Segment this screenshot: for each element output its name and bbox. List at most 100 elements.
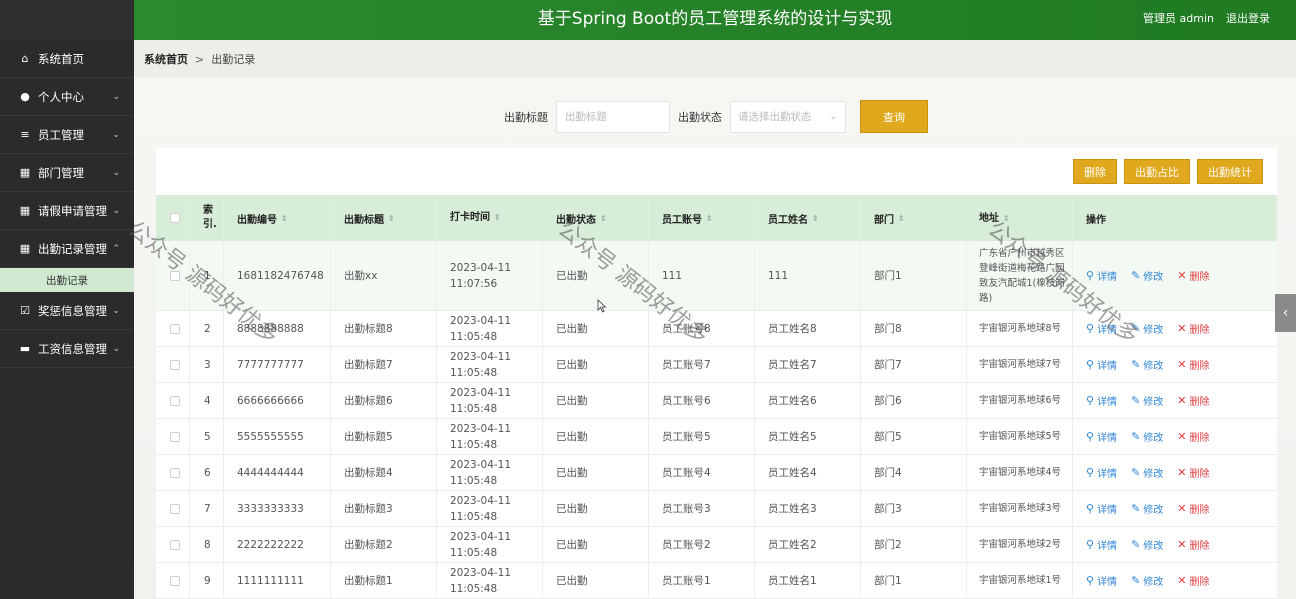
- delete-button[interactable]: ✕ 删除: [1177, 465, 1209, 480]
- edit-button[interactable]: ✎ 修改: [1131, 357, 1163, 372]
- row-checkbox[interactable]: [170, 395, 180, 406]
- sort-icon[interactable]: ⇕: [388, 214, 395, 223]
- detail-label: 详情: [1097, 433, 1118, 444]
- sort-icon[interactable]: ⇕: [706, 214, 713, 223]
- edit-button[interactable]: ✎ 修改: [1131, 501, 1163, 516]
- row-title: 出勤标题7: [331, 347, 437, 382]
- row-index: 5: [190, 419, 224, 454]
- row-checkbox[interactable]: [170, 359, 180, 370]
- sidebar-subitem-attendance[interactable]: 出勤记录: [0, 268, 134, 292]
- sort-icon[interactable]: ⇕: [281, 214, 288, 223]
- edit-button[interactable]: ✎ 修改: [1131, 321, 1163, 336]
- sidebar-item[interactable]: ▦ 出勤记录管理 ⌃: [0, 230, 134, 268]
- attendance-ratio-button[interactable]: 出勤占比: [1124, 159, 1190, 184]
- edit-button[interactable]: ✎ 修改: [1131, 268, 1163, 283]
- collapse-tab[interactable]: ‹: [1275, 294, 1296, 332]
- select-all-checkbox[interactable]: [170, 213, 180, 223]
- row-checkbox[interactable]: [170, 539, 180, 550]
- header-time-label: 打卡时间: [450, 212, 490, 223]
- sort-icon[interactable]: ⇕: [898, 214, 905, 223]
- row-checkbox-cell[interactable]: [156, 563, 190, 598]
- delete-button[interactable]: ✕ 删除: [1177, 321, 1209, 336]
- header-time[interactable]: 打卡时间 ⇕: [437, 195, 543, 241]
- breadcrumb-home[interactable]: 系统首页: [144, 51, 188, 67]
- chevron-down-icon: ⌄: [829, 111, 837, 122]
- sidebar-item[interactable]: ▬ 工资信息管理 ⌄: [0, 330, 134, 368]
- detail-button[interactable]: ⚲ 详情: [1086, 573, 1117, 588]
- logout-link[interactable]: 退出登录: [1226, 10, 1270, 26]
- row-checkbox-cell[interactable]: [156, 241, 190, 310]
- sort-icon[interactable]: ⇕: [600, 214, 607, 223]
- row-status: 已出勤: [543, 527, 649, 562]
- row-checkbox-cell[interactable]: [156, 527, 190, 562]
- header-title[interactable]: 出勤标题 ⇕: [331, 195, 437, 241]
- sidebar-item[interactable]: ▦ 请假申请管理 ⌄: [0, 192, 134, 230]
- detail-button[interactable]: ⚲ 详情: [1086, 501, 1117, 516]
- edit-label: 修改: [1143, 577, 1164, 588]
- edit-button[interactable]: ✎ 修改: [1131, 537, 1163, 552]
- detail-button[interactable]: ⚲ 详情: [1086, 268, 1117, 283]
- header-account[interactable]: 员工账号 ⇕: [649, 195, 755, 241]
- row-checkbox-cell[interactable]: [156, 491, 190, 526]
- delete-button[interactable]: ✕ 删除: [1177, 429, 1209, 444]
- status-select[interactable]: 请选择出勤状态 ⌄: [730, 100, 846, 133]
- detail-button[interactable]: ⚲ 详情: [1086, 357, 1117, 372]
- row-checkbox-cell[interactable]: [156, 419, 190, 454]
- delete-label: 删除: [1189, 433, 1210, 444]
- sidebar-item[interactable]: ⌂ 系统首页: [0, 40, 134, 78]
- row-no: 4444444444: [224, 455, 331, 490]
- delete-button[interactable]: ✕ 删除: [1177, 537, 1209, 552]
- row-checkbox[interactable]: [170, 323, 180, 334]
- delete-button[interactable]: ✕ 删除: [1177, 393, 1209, 408]
- table-row: 4 6666666666 出勤标题6 2023-04-11 11:05:48 已出勤 员工…: [156, 383, 1277, 419]
- row-checkbox-cell[interactable]: [156, 347, 190, 382]
- row-checkbox[interactable]: [170, 270, 180, 281]
- edit-button[interactable]: ✎ 修改: [1131, 465, 1163, 480]
- header-name[interactable]: 员工姓名 ⇕: [755, 195, 861, 241]
- breadcrumb: 系统首页 > 出勤记录: [134, 40, 1296, 78]
- detail-button[interactable]: ⚲ 详情: [1086, 465, 1117, 480]
- sidebar-item[interactable]: ▦ 部门管理 ⌄: [0, 154, 134, 192]
- row-checkbox-cell[interactable]: [156, 383, 190, 418]
- row-checkbox[interactable]: [170, 467, 180, 478]
- row-checkbox-cell[interactable]: [156, 311, 190, 346]
- edit-button[interactable]: ✎ 修改: [1131, 393, 1163, 408]
- edit-button[interactable]: ✎ 修改: [1131, 429, 1163, 444]
- header-status[interactable]: 出勤状态 ⇕: [543, 195, 649, 241]
- sidebar-item[interactable]: ● 个人中心 ⌄: [0, 78, 134, 116]
- detail-label: 详情: [1097, 272, 1118, 283]
- row-name: 员工姓名4: [755, 455, 861, 490]
- sidebar-item[interactable]: ≡ 员工管理 ⌄: [0, 116, 134, 154]
- batch-delete-button[interactable]: 删除: [1073, 159, 1117, 184]
- current-user: 管理员 admin: [1143, 12, 1214, 25]
- header-no[interactable]: 出勤编号 ⇕: [224, 195, 331, 241]
- detail-button[interactable]: ⚲ 详情: [1086, 537, 1117, 552]
- select-all-checkbox-cell[interactable]: [156, 195, 190, 241]
- detail-button[interactable]: ⚲ 详情: [1086, 393, 1117, 408]
- query-button[interactable]: 查询: [860, 100, 928, 133]
- edit-button[interactable]: ✎ 修改: [1131, 573, 1163, 588]
- header-index: 索引.: [190, 195, 224, 241]
- header-dept[interactable]: 部门 ⇕: [861, 195, 967, 241]
- delete-button[interactable]: ✕ 删除: [1177, 501, 1209, 516]
- detail-button[interactable]: ⚲ 详情: [1086, 321, 1117, 336]
- sort-icon[interactable]: ⇕: [1003, 211, 1010, 226]
- row-checkbox[interactable]: [170, 431, 180, 442]
- row-checkbox-cell[interactable]: [156, 455, 190, 490]
- table-row: 2 8888888888 出勤标题8 2023-04-11 11:05:48 已出勤 员工…: [156, 311, 1277, 347]
- sort-icon[interactable]: ⇕: [494, 210, 501, 226]
- delete-button[interactable]: ✕ 删除: [1177, 268, 1209, 283]
- attendance-stats-button[interactable]: 出勤统计: [1197, 159, 1263, 184]
- sidebar-item[interactable]: ☑ 奖惩信息管理 ⌄: [0, 292, 134, 330]
- sort-icon[interactable]: ⇕: [812, 214, 819, 223]
- title-search-input[interactable]: [556, 100, 670, 133]
- row-address: 宇宙银河系地球7号: [967, 347, 1073, 382]
- delete-button[interactable]: ✕ 删除: [1177, 573, 1209, 588]
- row-name: 员工姓名8: [755, 311, 861, 346]
- delete-button[interactable]: ✕ 删除: [1177, 357, 1209, 372]
- row-checkbox[interactable]: [170, 575, 180, 586]
- header-addr[interactable]: 地址 ⇕: [967, 195, 1073, 241]
- detail-button[interactable]: ⚲ 详情: [1086, 429, 1117, 444]
- row-checkbox[interactable]: [170, 503, 180, 514]
- table-row: 3 7777777777 出勤标题7 2023-04-11 11:05:48 已出勤 员工…: [156, 347, 1277, 383]
